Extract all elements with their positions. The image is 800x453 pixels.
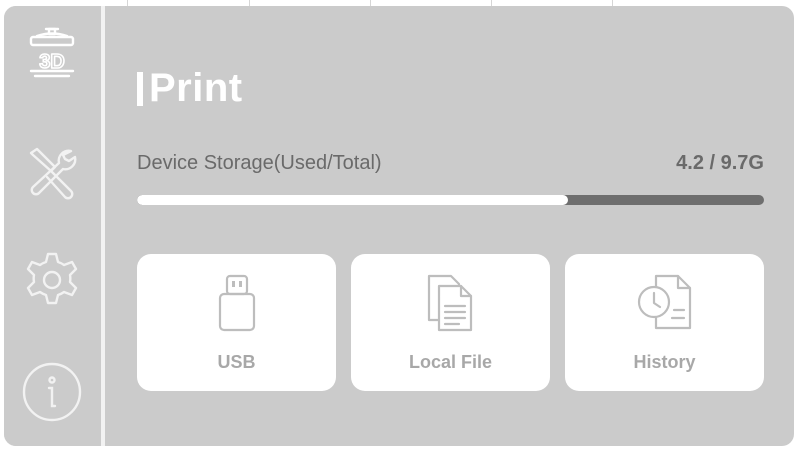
- info-icon: [20, 360, 84, 424]
- source-tiles: USB Local File History: [137, 254, 764, 391]
- title-accent-bar: [137, 71, 143, 106]
- history-clock-icon: [565, 272, 764, 334]
- screen: 3D Print Device Storage(Used/Total) 4.2 …: [0, 0, 800, 453]
- gear-icon: [20, 248, 84, 312]
- storage-progress-fill: [137, 195, 568, 205]
- device-screen: 3D Print Device Storage(Used/Total) 4.2 …: [4, 6, 794, 446]
- local-file-tile[interactable]: Local File: [351, 254, 550, 391]
- usb-drive-icon: [137, 272, 336, 334]
- sidebar: 3D: [4, 6, 100, 446]
- sidebar-item-info[interactable]: [18, 358, 86, 426]
- storage-label: Device Storage(Used/Total): [137, 152, 382, 174]
- sidebar-item-tools[interactable]: [18, 138, 86, 206]
- tools-icon: [21, 141, 83, 203]
- sidebar-item-print[interactable]: 3D: [18, 18, 86, 86]
- documents-icon: [351, 272, 550, 334]
- printer-3d-icon: 3D: [19, 19, 85, 85]
- main-content: Print Device Storage(Used/Total) 4.2 / 9…: [105, 6, 794, 446]
- usb-label: USB: [217, 352, 256, 372]
- usb-tile[interactable]: USB: [137, 254, 336, 391]
- page-title: Print: [149, 66, 243, 110]
- storage-value: 4.2 / 9.7G: [676, 152, 764, 174]
- history-tile[interactable]: History: [565, 254, 764, 391]
- svg-text:3D: 3D: [39, 51, 65, 73]
- sidebar-item-settings[interactable]: [18, 246, 86, 314]
- storage-progress-bar: [137, 195, 764, 205]
- history-label: History: [633, 352, 696, 372]
- page-title-block: Print: [137, 66, 243, 111]
- local-file-label: Local File: [408, 352, 493, 372]
